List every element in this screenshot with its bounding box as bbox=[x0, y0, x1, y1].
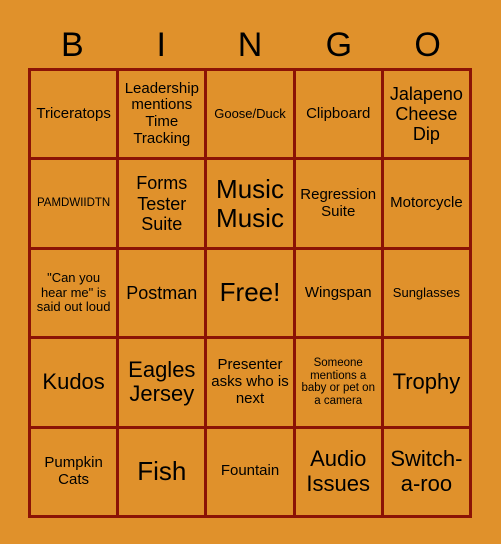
bingo-cell-label: Presenter asks who is next bbox=[211, 356, 289, 407]
bingo-cell-label: Eagles Jersey bbox=[128, 356, 196, 407]
bingo-card: B I N G O Triceratops Leadership mention… bbox=[0, 0, 501, 544]
bingo-cell[interactable]: Switch-a-roo bbox=[383, 428, 473, 519]
bingo-row: Pumpkin Cats Fish Fountain Audio Issues … bbox=[31, 428, 473, 519]
bingo-cell-label: Leadership mentions Time Tracking bbox=[124, 79, 199, 147]
bingo-cell[interactable]: Fish bbox=[119, 428, 208, 519]
bingo-cell-label: Forms Tester Suite bbox=[136, 173, 188, 234]
bingo-cell-label: Sunglasses bbox=[392, 284, 461, 300]
bingo-cell[interactable]: Postman bbox=[119, 249, 208, 340]
bingo-cell-label: PAMDWIIDTN bbox=[36, 197, 111, 210]
bingo-cell-label: Jalapeno Cheese Dip bbox=[389, 83, 463, 145]
bingo-header-letter-o: O bbox=[414, 26, 441, 64]
bingo-cell-label: Wingspan bbox=[304, 283, 372, 301]
bingo-cell[interactable]: Goose/Duck bbox=[207, 71, 296, 161]
bingo-cell[interactable]: Presenter asks who is next bbox=[207, 339, 296, 429]
bingo-cell[interactable]: Motorcycle bbox=[383, 160, 473, 250]
bingo-cell-label: Pumpkin Cats bbox=[44, 454, 103, 488]
bingo-row: PAMDWIIDTN Forms Tester Suite Music Musi… bbox=[31, 160, 473, 250]
bingo-cell[interactable]: Eagles Jersey bbox=[119, 339, 208, 429]
bingo-cell-label: Switch-a-roo bbox=[390, 446, 463, 496]
bingo-cell-label: Free! bbox=[219, 277, 281, 308]
bingo-cell[interactable]: Fountain bbox=[207, 428, 296, 519]
bingo-header-letter-b: B bbox=[61, 26, 84, 64]
bingo-cell[interactable]: Clipboard bbox=[295, 71, 384, 161]
bingo-cell-label: "Can you hear me" is said out loud bbox=[36, 270, 111, 315]
bingo-row: Triceratops Leadership mentions Time Tra… bbox=[31, 71, 473, 161]
bingo-cell[interactable]: Jalapeno Cheese Dip bbox=[383, 71, 473, 161]
bingo-cell-label: Clipboard bbox=[306, 104, 371, 122]
bingo-cell-label: Postman bbox=[126, 282, 198, 303]
bingo-header: B I N G O bbox=[28, 22, 472, 68]
bingo-cell[interactable]: Someone mentions a baby or pet on a came… bbox=[295, 339, 384, 429]
bingo-cell[interactable]: Leadership mentions Time Tracking bbox=[119, 71, 208, 161]
bingo-row: Kudos Eagles Jersey Presenter asks who i… bbox=[31, 339, 473, 429]
bingo-cell-label: Audio Issues bbox=[306, 446, 370, 496]
bingo-cell-label: Triceratops bbox=[36, 104, 111, 122]
bingo-cell[interactable]: Kudos bbox=[31, 339, 120, 429]
bingo-cell-label: Goose/Duck bbox=[214, 105, 286, 121]
bingo-cell[interactable]: Wingspan bbox=[295, 249, 384, 340]
bingo-cell[interactable]: PAMDWIIDTN bbox=[31, 160, 120, 250]
bingo-cell-label: Kudos bbox=[42, 369, 105, 395]
bingo-cell-label: Regression Suite bbox=[300, 185, 377, 220]
bingo-cell[interactable]: "Can you hear me" is said out loud bbox=[31, 249, 120, 340]
bingo-cell-label: Trophy bbox=[392, 369, 461, 395]
bingo-cell-label: Motorcycle bbox=[390, 194, 463, 212]
bingo-cell-label: Someone mentions a baby or pet on a came… bbox=[301, 356, 375, 408]
bingo-grid: Triceratops Leadership mentions Time Tra… bbox=[28, 68, 473, 519]
bingo-row: "Can you hear me" is said out loud Postm… bbox=[31, 249, 473, 340]
bingo-cell[interactable]: Pumpkin Cats bbox=[31, 428, 120, 519]
bingo-header-letter-g: G bbox=[325, 26, 353, 64]
bingo-cell[interactable]: Trophy bbox=[383, 339, 473, 429]
bingo-cell[interactable]: Sunglasses bbox=[383, 249, 473, 340]
bingo-cell-label: Music Music bbox=[216, 173, 284, 233]
bingo-cell[interactable]: Regression Suite bbox=[295, 160, 384, 250]
bingo-cell-free[interactable]: Free! bbox=[207, 249, 296, 340]
bingo-header-letter-n: N bbox=[237, 26, 263, 64]
bingo-cell[interactable]: Forms Tester Suite bbox=[119, 160, 208, 250]
bingo-cell[interactable]: Music Music bbox=[207, 160, 296, 250]
bingo-cell-label: Fountain bbox=[220, 462, 280, 480]
bingo-cell-label: Fish bbox=[137, 456, 187, 487]
bingo-header-letter-i: I bbox=[156, 26, 166, 64]
bingo-cell[interactable]: Audio Issues bbox=[295, 428, 384, 519]
bingo-cell[interactable]: Triceratops bbox=[31, 71, 120, 161]
